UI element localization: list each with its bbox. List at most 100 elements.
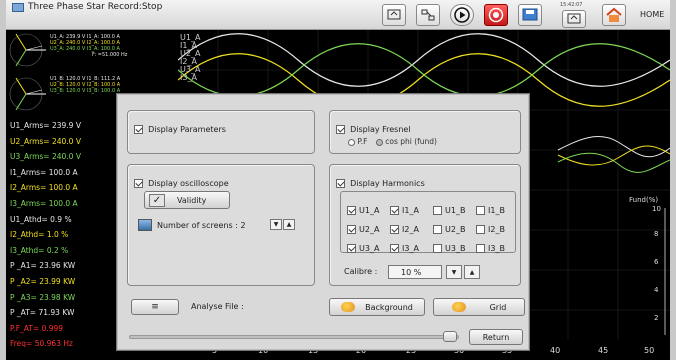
palette-icon	[451, 302, 466, 312]
grid-button[interactable]: Grid	[433, 298, 525, 316]
display-fresnel-group: Display Fresnel P.F cos phi (fund)	[329, 110, 521, 154]
harmonic-channel-checkbox[interactable]	[347, 225, 356, 234]
save-button[interactable]	[518, 4, 542, 26]
radio-cosphi[interactable]	[375, 138, 383, 146]
dialog-scrollbar-thumb[interactable]	[443, 331, 457, 342]
harmonic-channel-checkbox[interactable]	[476, 244, 485, 253]
display-harmonics-label: Display Harmonics	[350, 179, 425, 188]
harmonic-channel-checkbox[interactable]	[390, 225, 399, 234]
display-parameters-checkbox[interactable]	[134, 125, 143, 134]
harmonic-channel-option[interactable]: I3_B	[476, 238, 505, 257]
measurement-value: P _A2= 23.99 KW	[10, 276, 76, 286]
measurement-value: I2_Arms= 100.0 A	[10, 183, 78, 193]
calibre-down-button[interactable]: ▼	[446, 265, 462, 279]
harmonic-channel-label: U3_B	[445, 244, 466, 253]
harmonic-channel-checkbox[interactable]	[433, 225, 442, 234]
display-oscilloscope-label: Display oscilloscope	[148, 179, 229, 188]
harmonic-channel-checkbox[interactable]	[433, 244, 442, 253]
home-button[interactable]	[602, 4, 626, 26]
screens-up-button[interactable]: ▲	[283, 219, 295, 230]
save-icon	[522, 8, 538, 21]
harmonic-channel-label: I3_A	[402, 244, 419, 253]
display-oscilloscope-group: Display oscilloscope ✓ Validity Number o…	[127, 164, 315, 286]
phasor-values-b: U1_B: 120.0 V I1_B: 111.2 A U2_B: 120.0 …	[50, 76, 120, 94]
harmonic-channel-option[interactable]: U2_B	[433, 219, 465, 238]
record-icon	[488, 7, 504, 23]
measurement-value: U3_Arms= 240.0 V	[10, 152, 81, 162]
analyse-file-button[interactable]: ≡	[131, 299, 179, 315]
harmonic-channel-option[interactable]: U1_B	[433, 200, 465, 219]
frequency-value: F: =51.000 Hz	[92, 52, 128, 58]
harmonic-channel-label: U1_A	[359, 206, 380, 215]
harmonic-channel-option[interactable]: U2_A	[347, 219, 379, 238]
checkmark-icon: ✓	[149, 193, 165, 207]
dialog-scrollbar-track[interactable]	[129, 335, 459, 339]
harmonic-channel-checkbox[interactable]	[347, 206, 356, 215]
harmonic-channel-option[interactable]: U1_A	[347, 200, 379, 219]
play-icon	[454, 7, 470, 23]
screen-button-2[interactable]	[562, 10, 586, 28]
harmonic-channel-option[interactable]: U3_B	[433, 238, 465, 257]
screens-down-button[interactable]: ▼	[270, 219, 282, 230]
background-button[interactable]: Background	[329, 298, 425, 316]
measurement-value: P.F_AT= 0.999	[10, 323, 64, 333]
harmonics-channel-grid: U1_A I1_A U1_B I1_B U2_A I2_A U2_B I2_B U3_A I3_A…	[340, 191, 516, 253]
grid-label: Grid	[489, 302, 507, 312]
arrow-down-icon: ▼	[273, 221, 279, 228]
harmonic-channel-option[interactable]: I2_B	[476, 219, 505, 238]
harmonic-channel-option[interactable]: I2_A	[390, 219, 419, 238]
record-button[interactable]	[484, 4, 508, 26]
harmonic-channel-checkbox[interactable]	[433, 206, 442, 215]
harmonic-channel-checkbox[interactable]	[390, 244, 399, 253]
measurements-panel: U1_Arms= 239.9 V U2_Arms= 240.0 V U3_Arms=…	[6, 118, 118, 354]
measurement-value: P _A3= 23.98 KW	[10, 292, 76, 302]
arrow-up-icon: ▲	[286, 221, 292, 228]
screen-button[interactable]	[382, 4, 406, 26]
harmonic-channel-label: I3_B	[488, 244, 505, 253]
display-oscilloscope-checkbox[interactable]	[134, 179, 143, 188]
file-icon: ≡	[151, 302, 159, 312]
harmonic-channel-label: I2_A	[402, 225, 419, 234]
home-icon	[606, 7, 622, 22]
display-harmonics-checkbox[interactable]	[336, 179, 345, 188]
display-fresnel-label: Display Fresnel	[350, 125, 411, 134]
wave-u1	[178, 33, 670, 87]
measurement-value: U1_Athd= 0.9 %	[10, 214, 72, 224]
phasor-diagram-b	[9, 77, 46, 111]
harmonic-channel-checkbox[interactable]	[476, 206, 485, 215]
network-button[interactable]	[416, 4, 440, 26]
radio-cosphi-label: cos phi (fund)	[385, 137, 437, 146]
y-tick: 8	[654, 230, 659, 238]
harmonic-channel-option[interactable]: I1_B	[476, 200, 505, 219]
y-tick: 6	[654, 258, 659, 266]
harmonic-channel-option[interactable]: I1_A	[390, 200, 419, 219]
calibre-select[interactable]: 10 %	[388, 265, 442, 279]
radio-pf[interactable]	[348, 138, 355, 146]
display-settings-dialog: Display Parameters Display Fresnel P.F c…	[116, 93, 530, 351]
analyse-file-label: Analyse File :	[191, 302, 244, 311]
measurement-value: P _A1= 23.96 KW	[10, 261, 76, 271]
harmonic-channel-label: U3_A	[359, 244, 380, 253]
harmonic-channel-checkbox[interactable]	[347, 244, 356, 253]
display-fresnel-checkbox[interactable]	[336, 125, 345, 134]
arrow-up-icon: ▲	[469, 268, 475, 276]
harmonic-channel-checkbox[interactable]	[390, 206, 399, 215]
calibre-up-button[interactable]: ▲	[464, 265, 480, 279]
harmonic-channel-label: I1_A	[402, 206, 419, 215]
harmonic-channel-label: U2_A	[359, 225, 380, 234]
validity-button[interactable]: ✓ Validity	[144, 191, 230, 209]
calibre-label: Calibre :	[344, 267, 378, 276]
measurement-value: P _AT= 71.93 KW	[10, 308, 75, 318]
display-parameters-group: Display Parameters	[127, 110, 315, 154]
x-tick: 40	[550, 346, 561, 355]
harmonic-channel-option[interactable]: U3_A	[347, 238, 379, 257]
validity-label: Validity	[177, 195, 207, 205]
harmonic-channel-option[interactable]: I3_A	[390, 238, 419, 257]
background-label: Background	[365, 302, 413, 312]
y-tick: 4	[654, 286, 659, 294]
play-button[interactable]	[450, 4, 474, 26]
return-button[interactable]: Return	[469, 329, 523, 345]
harmonic-channel-checkbox[interactable]	[476, 225, 485, 234]
screens-icon	[138, 219, 152, 231]
measurement-value: I1_Arms= 100.0 A	[10, 167, 78, 177]
